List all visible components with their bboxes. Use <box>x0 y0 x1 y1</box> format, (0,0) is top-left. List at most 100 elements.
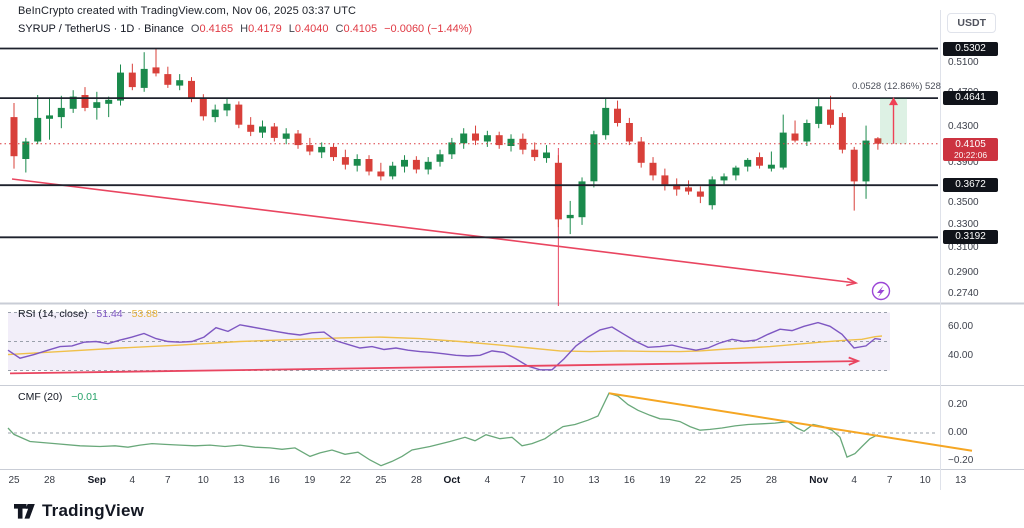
candle-body-Oct 23 <box>709 179 716 205</box>
candle-body-Oct 7 <box>519 139 526 150</box>
candle-body-Sep 29 <box>425 162 432 170</box>
candle-body-Sep 19 <box>306 145 313 151</box>
time-tick-4[interactable]: 4 <box>485 475 491 486</box>
candle-body-Oct 14 <box>602 108 609 135</box>
candle-body-Oct 11 <box>567 215 574 218</box>
candle-body-Oct 13 <box>590 134 597 181</box>
time-tick-28[interactable]: 28 <box>44 475 55 486</box>
candle-body-Sep 7 <box>164 74 171 85</box>
candle-body-Nov 2 <box>827 110 834 125</box>
time-tick-28[interactable]: 28 <box>411 475 422 486</box>
rsi-axis-label-40.00[interactable]: 40.00 <box>948 350 1008 361</box>
last-price-countdown: 20:22:06 <box>943 150 998 160</box>
time-tick-10[interactable]: 10 <box>198 475 209 486</box>
time-tick-10[interactable]: 10 <box>920 475 931 486</box>
candle-body-Nov 3 <box>839 117 846 150</box>
candle-body-Oct 9 <box>543 153 550 159</box>
candle-body-Oct 29 <box>780 133 787 168</box>
time-tick-4[interactable]: 4 <box>130 475 136 486</box>
time-tick-19[interactable]: 19 <box>659 475 670 486</box>
ohlc-value-C: 0.4105 <box>343 23 377 35</box>
ohlc-value-H: 0.4179 <box>248 23 282 35</box>
candle-body-Sep 27 <box>401 160 408 167</box>
time-tick-25[interactable]: 25 <box>730 475 741 486</box>
price-label-0.3500[interactable]: 0.3500 <box>948 197 1008 208</box>
candle-body-Aug 31 <box>82 95 89 108</box>
tradingview-logo-icon <box>14 504 35 519</box>
time-tick-25[interactable]: 25 <box>8 475 19 486</box>
candle-body-Oct 2 <box>460 134 467 144</box>
price-label-0.3300[interactable]: 0.3300 <box>948 219 1008 230</box>
time-tick-10[interactable]: 10 <box>553 475 564 486</box>
candle-body-Oct 22 <box>697 192 704 197</box>
time-tick-22[interactable]: 22 <box>340 475 351 486</box>
time-tick-19[interactable]: 19 <box>304 475 315 486</box>
currency-toggle[interactable]: USDT <box>947 13 996 33</box>
price-label-0.5100[interactable]: 0.5100 <box>948 57 1008 68</box>
candle-body-Sep 4 <box>129 73 136 88</box>
candle-body-Sep 2 <box>105 100 112 104</box>
candle-body-Nov 4 <box>851 150 858 182</box>
candle-body-Sep 16 <box>271 127 278 138</box>
time-tick-16[interactable]: 16 <box>624 475 635 486</box>
time-tick-Oct[interactable]: Oct <box>444 475 461 486</box>
price-label-0.2900[interactable]: 0.2900 <box>948 267 1008 278</box>
candle-body-Oct 27 <box>756 157 763 166</box>
level-badge-0.5302[interactable]: 0.5302 <box>943 42 998 56</box>
time-tick-7[interactable]: 7 <box>165 475 171 486</box>
candle-body-Oct 24 <box>721 176 728 180</box>
cmf-axis-label-0.20[interactable]: 0.20 <box>948 399 1008 410</box>
candle-body-Sep 1 <box>93 102 100 108</box>
ohlc-value-L: 0.4040 <box>295 23 329 35</box>
time-tick-22[interactable]: 22 <box>695 475 706 486</box>
cmf-axis-label-−0.20[interactable]: −0.20 <box>948 455 1008 466</box>
candle-body-Sep 30 <box>437 154 444 162</box>
candle-body-Sep 9 <box>188 81 195 99</box>
candle-body-Sep 21 <box>330 147 337 157</box>
level-badge-0.3672[interactable]: 0.3672 <box>943 178 998 192</box>
time-tick-7[interactable]: 7 <box>887 475 893 486</box>
tradingview-watermark: TradingView <box>14 501 144 521</box>
candle-body-Sep 12 <box>224 104 231 111</box>
rsi-axis-label-60.00[interactable]: 60.00 <box>948 321 1008 332</box>
candle-body-Oct 12 <box>579 181 586 217</box>
last-price-badge[interactable]: 0.410520:22:06 <box>943 138 998 161</box>
time-tick-28[interactable]: 28 <box>766 475 777 486</box>
time-tick-13[interactable]: 13 <box>233 475 244 486</box>
price-trendline <box>12 179 856 283</box>
time-tick-16[interactable]: 16 <box>269 475 280 486</box>
time-tick-Sep[interactable]: Sep <box>88 475 106 486</box>
candle-body-Oct 25 <box>732 168 739 176</box>
rsi-value: 51.44 <box>96 308 122 320</box>
price-label-0.2740[interactable]: 0.2740 <box>948 288 1008 299</box>
chart-pane[interactable] <box>0 0 1024 528</box>
rsi-ma-value: 53.88 <box>132 308 158 320</box>
cmf-trendline <box>609 393 972 451</box>
candle-body-Sep 13 <box>235 105 242 125</box>
time-tick-25[interactable]: 25 <box>375 475 386 486</box>
candle-body-Aug 29 <box>58 108 65 117</box>
candle-body-Sep 14 <box>247 125 254 132</box>
price-label-0.4300[interactable]: 0.4300 <box>948 121 1008 132</box>
candle-body-Nov 1 <box>815 106 822 124</box>
candle-body-Aug 25 <box>11 117 18 156</box>
candle-body-Sep 25 <box>377 172 384 177</box>
cmf-legend[interactable]: CMF (20) −0.01 <box>18 391 98 403</box>
candle-body-Sep 24 <box>366 159 373 172</box>
candle-body-Oct 28 <box>768 165 775 169</box>
level-badge-0.3192[interactable]: 0.3192 <box>943 230 998 244</box>
symbol-legend[interactable]: SYRUP / TetherUS · 1D · BinanceO0.4165H0… <box>18 23 472 35</box>
time-tick-7[interactable]: 7 <box>520 475 526 486</box>
time-tick-Nov[interactable]: Nov <box>809 475 828 486</box>
rsi-legend[interactable]: RSI (14, close) 51.44 53.88 <box>18 308 158 320</box>
measure-tool-label: 0.0528 (12.86%) 528 <box>852 81 941 92</box>
time-tick-13[interactable]: 13 <box>588 475 599 486</box>
candle-body-Sep 11 <box>212 110 219 118</box>
rsi-title-text: RSI (14, close) <box>18 308 87 320</box>
candle-body-Oct 3 <box>472 134 479 141</box>
candle-body-Aug 27 <box>34 118 41 142</box>
cmf-axis-label-0.00[interactable]: 0.00 <box>948 427 1008 438</box>
level-badge-0.4641[interactable]: 0.4641 <box>943 91 998 105</box>
time-tick-4[interactable]: 4 <box>851 475 857 486</box>
time-tick-13[interactable]: 13 <box>955 475 966 486</box>
